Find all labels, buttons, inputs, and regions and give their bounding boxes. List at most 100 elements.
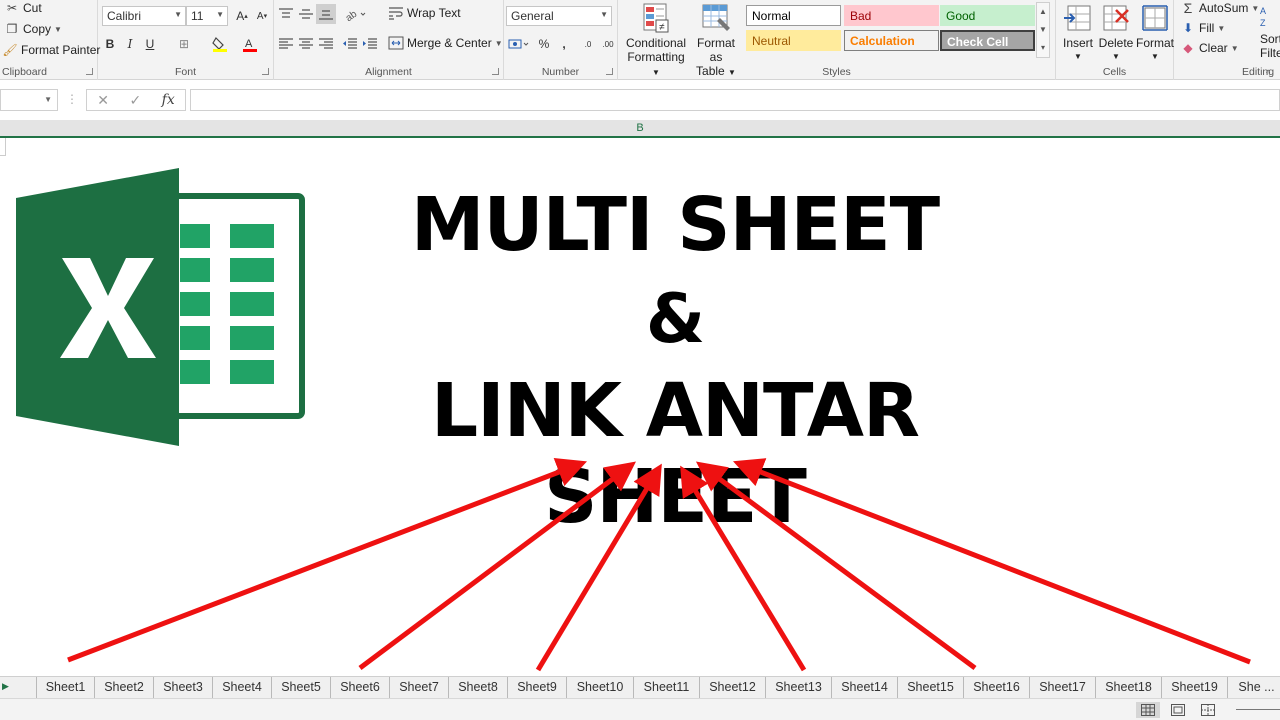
- number-dialog-launcher[interactable]: [606, 68, 613, 75]
- wrap-text-button[interactable]: Wrap Text: [388, 6, 461, 20]
- percent-style-button[interactable]: %: [534, 34, 554, 54]
- merge-center-button[interactable]: Merge & Center ▼: [388, 36, 503, 50]
- sheet-tab[interactable]: Sheet8: [448, 677, 507, 699]
- page-layout-view-button[interactable]: [1166, 702, 1190, 718]
- clear-button[interactable]: ◆ Clear ▼: [1180, 40, 1239, 56]
- row-header-corner[interactable]: [0, 138, 6, 156]
- accounting-format-icon[interactable]: [506, 34, 532, 54]
- scissors-icon: ✂: [6, 1, 18, 15]
- format-button[interactable]: Format ▼: [1136, 2, 1174, 64]
- align-top-icon[interactable]: [276, 4, 296, 24]
- align-middle-icon[interactable]: [296, 4, 316, 24]
- chevron-down-icon: ▼: [1151, 52, 1159, 61]
- comma-style-button[interactable]: ,: [554, 34, 574, 54]
- sheet-tab[interactable]: Sheet12: [699, 677, 765, 699]
- chevron-down-icon: ▼: [1251, 3, 1260, 13]
- chevron-down-icon: ▼: [1230, 43, 1239, 53]
- editing-group: Σ AutoSum ▼ ⬇ Fill ▼ ◆ Clear ▼ AZ Sort F…: [1174, 0, 1280, 80]
- paintbrush-icon: 🖌: [2, 43, 18, 57]
- format-painter-button[interactable]: 🖌 Format Painter: [2, 42, 100, 58]
- font-name-combo[interactable]: Calibri ▼: [102, 6, 186, 26]
- sort-filter-button[interactable]: AZ Sort Filte: [1260, 2, 1280, 60]
- decrease-indent-icon[interactable]: [340, 34, 360, 54]
- zoom-slider[interactable]: [1236, 709, 1280, 710]
- sheet-tab[interactable]: Sheet4: [212, 677, 271, 699]
- status-bar: [0, 698, 1280, 720]
- sheet-tab[interactable]: Sheet9: [507, 677, 566, 699]
- orientation-icon[interactable]: ab: [342, 4, 368, 24]
- next-sheet-icon[interactable]: ▶: [2, 681, 9, 692]
- grow-font-button[interactable]: A ▴: [232, 6, 252, 26]
- insert-button[interactable]: Insert ▼: [1060, 2, 1096, 64]
- page-break-view-button[interactable]: [1196, 702, 1220, 718]
- collapse-ribbon-icon[interactable]: ^: [1266, 68, 1270, 78]
- sheet-tab[interactable]: Sheet13: [765, 677, 831, 699]
- cut-button[interactable]: ✂ Cut: [4, 0, 42, 16]
- alignment-dialog-launcher[interactable]: [492, 68, 499, 75]
- font-dialog-launcher[interactable]: [262, 68, 269, 75]
- underline-button[interactable]: U: [140, 34, 160, 54]
- fill-button[interactable]: ⬇ Fill ▼: [1180, 20, 1225, 36]
- cancel-entry-icon[interactable]: ✕: [97, 92, 109, 109]
- sheet-tab[interactable]: She ...: [1227, 677, 1280, 699]
- sheet-tab[interactable]: Sheet7: [389, 677, 448, 699]
- normal-view-button[interactable]: [1136, 702, 1160, 718]
- sheet-tab[interactable]: Sheet5: [271, 677, 330, 699]
- insert-function-icon[interactable]: fx: [162, 92, 175, 108]
- styles-gallery-scroll[interactable]: ▲ ▼ ▾: [1036, 2, 1050, 58]
- alignment-group: ab Wrap Text Merge & Center ▼ Alignment: [274, 0, 504, 80]
- sheet-tab[interactable]: Sheet19: [1161, 677, 1227, 699]
- sheet-tab[interactable]: Sheet2: [94, 677, 153, 699]
- page-break-icon: [1201, 704, 1215, 716]
- chevron-down-icon[interactable]: ▼: [44, 95, 52, 104]
- shrink-font-button[interactable]: A ▾: [252, 6, 272, 26]
- confirm-entry-icon[interactable]: ✓: [129, 92, 141, 109]
- sheet-tab[interactable]: Sheet18: [1095, 677, 1161, 699]
- cells-group-label: Cells: [1102, 66, 1127, 78]
- sheet-tab[interactable]: Sheet17: [1029, 677, 1095, 699]
- sheet-tab[interactable]: Sheet10: [566, 677, 633, 699]
- name-box[interactable]: ▼: [0, 89, 58, 111]
- align-bottom-icon[interactable]: [316, 4, 336, 24]
- paint-bucket-icon: [212, 37, 227, 52]
- autosum-button[interactable]: Σ AutoSum ▼: [1180, 0, 1260, 16]
- style-neutral[interactable]: Neutral: [746, 30, 841, 51]
- copy-button[interactable]: ❐ Copy ▼: [4, 21, 62, 37]
- sheet-tab[interactable]: Sheet3: [153, 677, 212, 699]
- fill-color-button[interactable]: [210, 34, 230, 54]
- sheet-tab[interactable]: Sheet14: [831, 677, 897, 699]
- align-right-icon[interactable]: [316, 34, 336, 54]
- more-styles-icon[interactable]: ▾: [1037, 39, 1049, 57]
- style-calculation[interactable]: Calculation: [844, 30, 939, 51]
- align-center-icon[interactable]: [296, 34, 316, 54]
- increase-decimal-button[interactable]: .0: [578, 34, 598, 54]
- decrease-decimal-button[interactable]: .00: [598, 34, 618, 54]
- increase-indent-icon[interactable]: [360, 34, 380, 54]
- delete-button[interactable]: Delete ▼: [1096, 2, 1136, 64]
- style-check-cell[interactable]: Check Cell: [940, 30, 1035, 51]
- formula-bar-splitter[interactable]: ⋮: [66, 92, 78, 106]
- number-format-combo[interactable]: General ▼: [506, 6, 612, 26]
- align-left-icon[interactable]: [276, 34, 296, 54]
- borders-icon[interactable]: ⊞: [174, 34, 194, 54]
- chevron-down-icon: ▼: [600, 10, 608, 19]
- font-color-button[interactable]: A: [240, 34, 260, 54]
- style-good[interactable]: Good: [940, 5, 1035, 26]
- cells-group: Insert ▼ Delete ▼ Format ▼ Cells: [1056, 0, 1174, 80]
- sheet-tab[interactable]: Sheet6: [330, 677, 389, 699]
- ribbon: ✂ Cut ❐ Copy ▼ 🖌 Format Painter Clipboar…: [0, 0, 1280, 80]
- sheet-tab[interactable]: Sheet11: [633, 677, 699, 699]
- font-size-combo[interactable]: 11 ▼: [186, 6, 228, 26]
- italic-button[interactable]: I: [120, 34, 140, 54]
- chevron-down-icon[interactable]: ▼: [1037, 21, 1049, 39]
- clipboard-dialog-launcher[interactable]: [86, 68, 93, 75]
- style-bad[interactable]: Bad: [844, 5, 939, 26]
- sheet-tab[interactable]: Sheet15: [897, 677, 963, 699]
- column-header-b[interactable]: B: [0, 120, 1280, 136]
- sheet-tab[interactable]: Sheet16: [963, 677, 1029, 699]
- style-normal[interactable]: Normal: [746, 5, 841, 26]
- chevron-up-icon[interactable]: ▲: [1037, 3, 1049, 21]
- bold-button[interactable]: B: [100, 34, 120, 54]
- sheet-tab[interactable]: Sheet1: [36, 677, 94, 699]
- formula-input[interactable]: [190, 89, 1280, 111]
